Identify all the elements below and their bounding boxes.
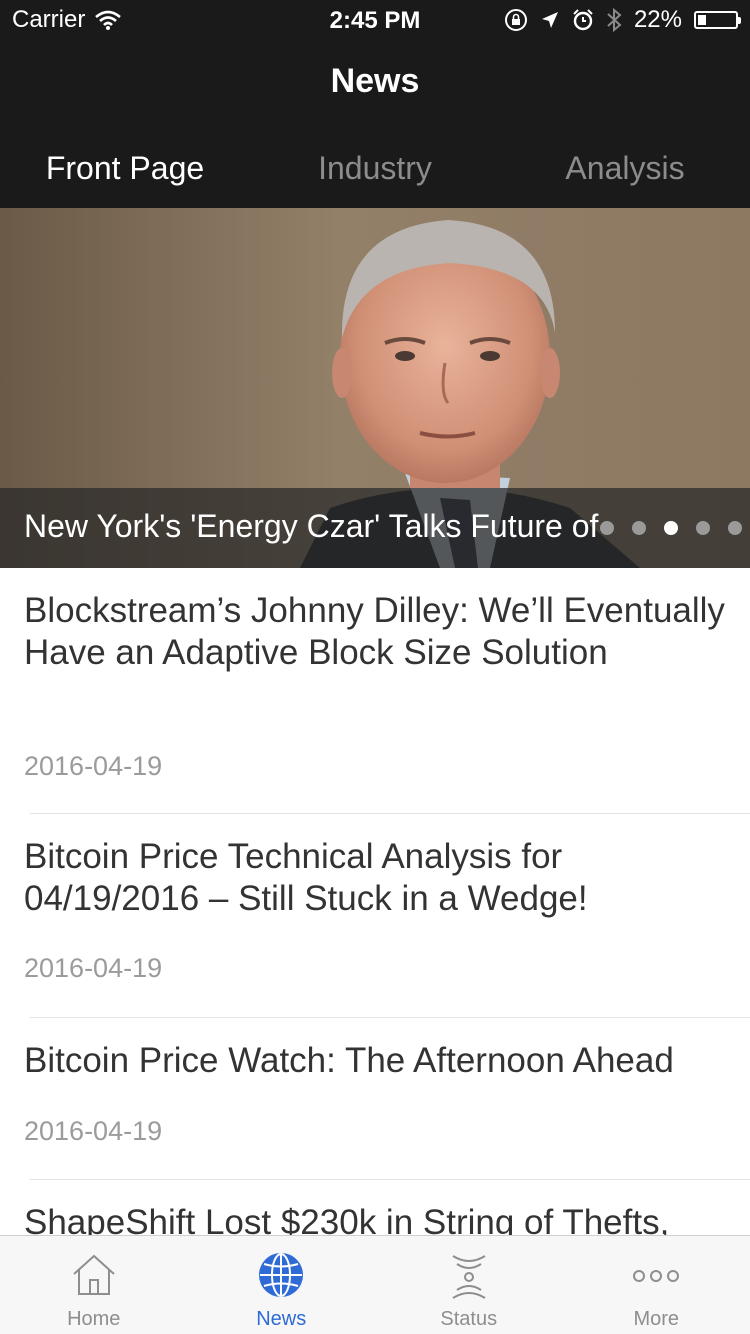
page-dot[interactable] [728,521,742,535]
alarm-icon [573,9,593,31]
page-indicator[interactable] [600,521,742,535]
page-dot[interactable] [664,521,678,535]
page-dot[interactable] [696,521,710,535]
article-item[interactable]: Bitcoin Price Watch: The Afternoon Ahead… [0,1018,750,1158]
status-icon [452,1255,486,1299]
bluetooth-icon [607,7,622,33]
tabbar-news[interactable]: News [188,1236,376,1334]
hero-caption-bar: New York's 'Energy Czar' Talks Future of… [0,488,750,568]
article-headline: Blockstream’s Johnny Dilley: We’ll Event… [24,591,725,672]
category-tabs: Front Page Industry Analysis [0,128,750,208]
tab-front-page[interactable]: Front Page [0,128,250,208]
page-dot[interactable] [632,521,646,535]
location-icon [541,12,558,28]
article-date: 2016-04-19 [24,751,163,781]
tabbar-status-label: Status [440,1308,498,1330]
globe-icon [259,1253,304,1297]
status-bar: Carrier 2:45 PM 22% [0,0,750,40]
page-dot[interactable] [600,521,614,535]
battery-fill [698,15,706,25]
tab-analysis[interactable]: Analysis [500,128,750,208]
hero-caption: New York's 'Energy Czar' Talks Future of… [24,508,604,544]
article-headline: Bitcoin Price Watch: The Afternoon Ahead [24,1041,674,1080]
page-title: News [330,62,420,100]
bottom-tab-bar: Home News Status More [0,1235,750,1334]
house-icon [73,1254,115,1295]
tabbar-home[interactable]: Home [0,1236,188,1334]
article-headline: Bitcoin Price Technical Analysis for 04/… [24,837,588,918]
tabbar-home-label: Home [67,1308,121,1330]
article-list: Blockstream’s Johnny Dilley: We’ll Event… [0,568,750,1260]
navigation-bar: News [0,40,750,128]
status-icons: 22% [504,6,741,34]
article-date: 2016-04-19 [24,1116,163,1146]
battery-percent: 22% [633,6,682,33]
tab-industry[interactable]: Industry [250,128,500,208]
tabbar-news-label: News [256,1308,307,1330]
tabbar-status[interactable]: Status [375,1236,563,1334]
article-item[interactable]: Bitcoin Price Technical Analysis for 04/… [0,814,750,996]
more-dots-icon [633,1270,680,1282]
article-item[interactable]: Blockstream’s Johnny Dilley: We’ll Event… [0,568,750,791]
article-date: 2016-04-19 [24,953,163,983]
featured-carousel[interactable]: New York's 'Energy Czar' Talks Future of… [0,208,750,568]
tabbar-more[interactable]: More [563,1236,750,1334]
rotation-lock-icon [504,9,527,31]
battery-icon [694,11,741,29]
tabbar-more-label: More [633,1308,680,1330]
